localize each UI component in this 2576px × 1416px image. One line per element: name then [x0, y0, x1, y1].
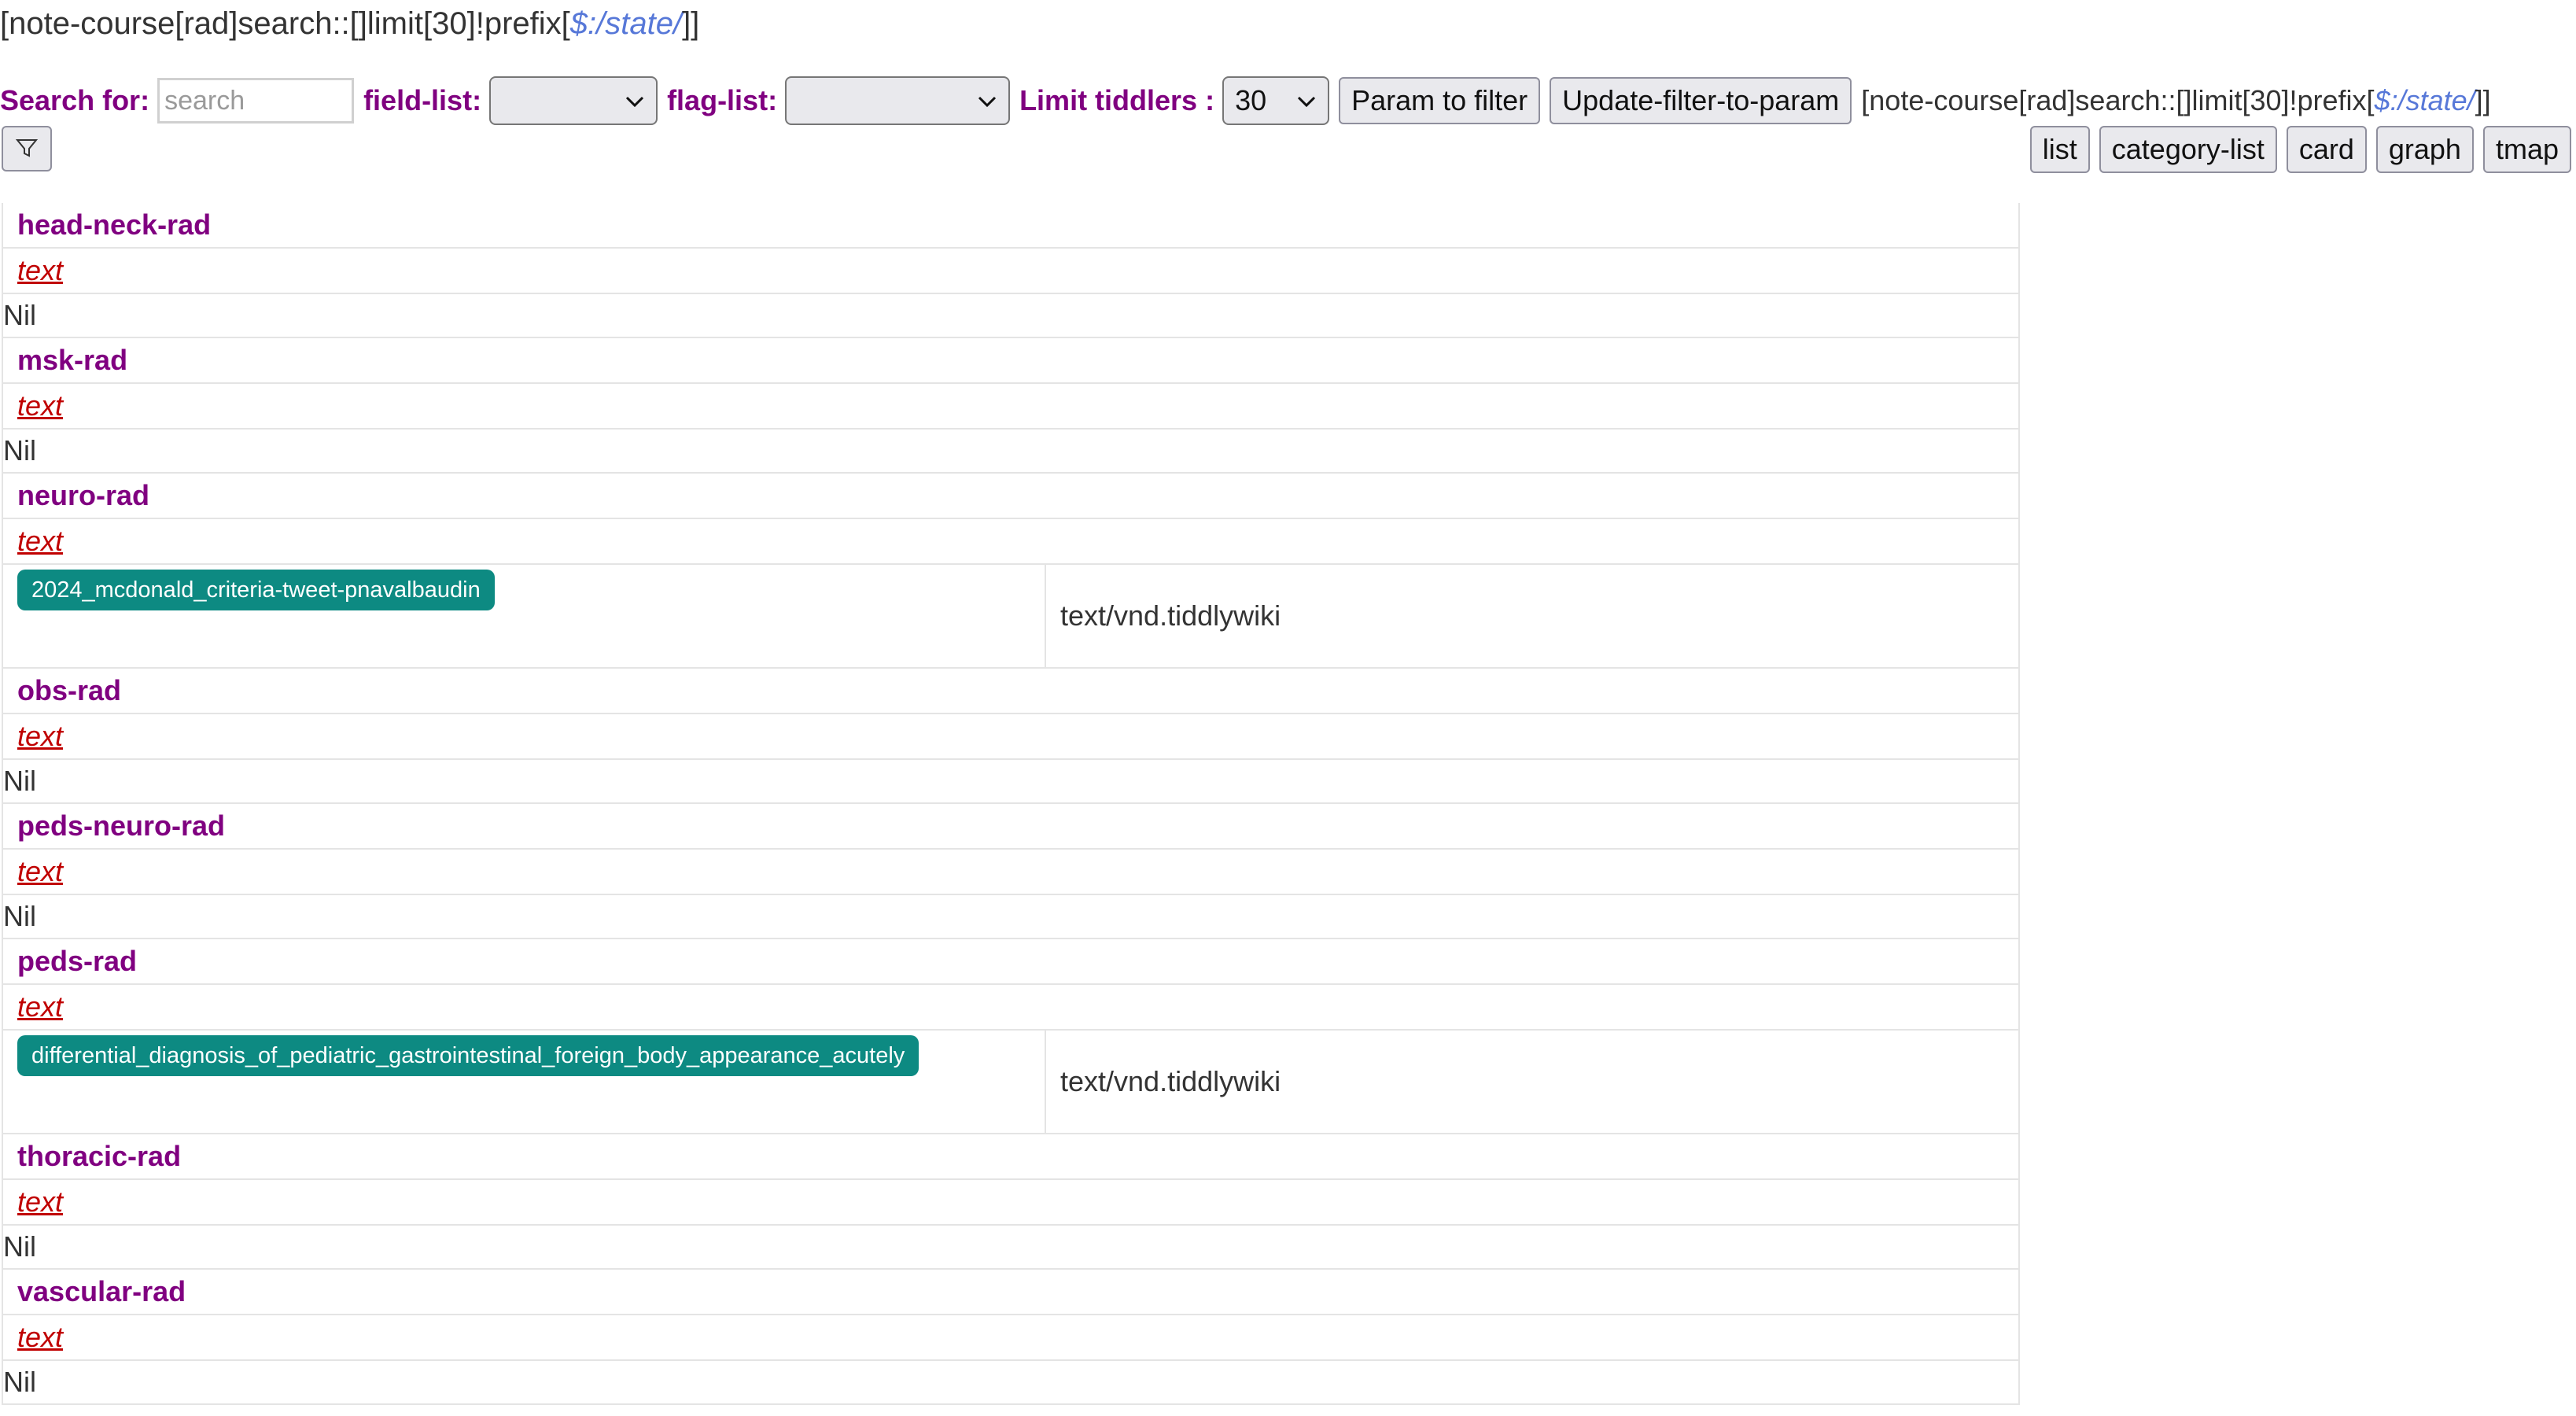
view-card-button[interactable]: card: [2286, 126, 2367, 173]
field-link[interactable]: text: [17, 720, 63, 753]
nil-text: Nil: [3, 760, 2018, 804]
category-heading[interactable]: head-neck-rad: [3, 203, 2018, 249]
view-category-list-button[interactable]: category-list: [2099, 126, 2277, 173]
filter-title-prefix: [note-course[rad]search::[]limit[30]!pre…: [0, 6, 570, 41]
field-link[interactable]: text: [17, 389, 63, 422]
chevron-down-icon: [977, 89, 997, 113]
field-list-label: field-list:: [363, 84, 482, 116]
entry-title-cell: differential_diagnosis_of_pediatric_gast…: [3, 1031, 1046, 1133]
current-filter-state-link[interactable]: $:/state/: [2375, 84, 2475, 116]
nil-text: Nil: [3, 430, 2018, 474]
field-link[interactable]: text: [17, 855, 63, 888]
param-to-filter-button[interactable]: Param to filter: [1339, 77, 1541, 124]
table-row: differential_diagnosis_of_pediatric_gast…: [3, 1031, 2018, 1134]
category-heading[interactable]: peds-neuro-rad: [3, 804, 2018, 850]
field-row: text: [3, 714, 2018, 760]
current-filter-prefix: [note-course[rad]search::[]limit[30]!pre…: [1861, 84, 2375, 116]
limit-label: Limit tiddlers :: [1019, 84, 1215, 116]
field-row: text: [3, 850, 2018, 895]
category-heading[interactable]: neuro-rad: [3, 474, 2018, 519]
filter-button[interactable]: [2, 126, 52, 171]
chevron-down-icon: [625, 89, 645, 113]
field-row: text: [3, 249, 2018, 294]
entry-type-cell: text/vnd.tiddlywiki: [1060, 599, 1281, 632]
category-heading[interactable]: obs-rad: [3, 669, 2018, 714]
field-row: text: [3, 1180, 2018, 1226]
field-link[interactable]: text: [17, 1186, 63, 1219]
category-results: head-neck-rad text Nil msk-rad text Nil …: [2, 203, 2020, 1405]
filter-title: [note-course[rad]search::[]limit[30]!pre…: [0, 2, 699, 46]
current-filter-text: [note-course[rad]search::[]limit[30]!pre…: [1861, 84, 2490, 117]
current-filter-suffix: ]]: [2475, 84, 2491, 116]
limit-select[interactable]: 30: [1222, 76, 1330, 125]
nil-text: Nil: [3, 1361, 2018, 1405]
view-list-button[interactable]: list: [2029, 126, 2090, 173]
filter-toolbar: Search for: field-list: flag-list: Limit…: [0, 76, 2491, 126]
tiddlywiki-filter-page: [note-course[rad]search::[]limit[30]!pre…: [0, 0, 2576, 1416]
category-heading[interactable]: peds-rad: [3, 939, 2018, 985]
table-row: 2024_mcdonald_criteria-tweet-pnavalbaudi…: [3, 565, 2018, 669]
field-link[interactable]: text: [17, 525, 63, 558]
search-input[interactable]: [157, 78, 355, 124]
nil-text: Nil: [3, 1226, 2018, 1270]
search-label: Search for:: [0, 84, 150, 116]
limit-value: 30: [1235, 84, 1267, 116]
view-graph-button[interactable]: graph: [2375, 126, 2474, 173]
filter-title-suffix: ]]: [682, 6, 700, 41]
view-tmap-button[interactable]: tmap: [2482, 126, 2571, 173]
flag-list-select[interactable]: [785, 76, 1011, 125]
flag-list-label: flag-list:: [667, 84, 778, 116]
entry-title-cell: 2024_mcdonald_criteria-tweet-pnavalbaudi…: [3, 565, 1046, 667]
view-switcher: list category-list card graph tmap: [2021, 126, 2571, 173]
tiddler-pill[interactable]: 2024_mcdonald_criteria-tweet-pnavalbaudi…: [17, 570, 495, 610]
category-heading[interactable]: msk-rad: [3, 338, 2018, 384]
field-link[interactable]: text: [17, 990, 63, 1023]
field-row: text: [3, 985, 2018, 1031]
category-heading[interactable]: thoracic-rad: [3, 1134, 2018, 1180]
field-link[interactable]: text: [17, 1321, 63, 1354]
state-link[interactable]: $:/state/: [570, 6, 682, 41]
tiddler-pill[interactable]: differential_diagnosis_of_pediatric_gast…: [17, 1035, 919, 1076]
funnel-icon: [15, 136, 39, 162]
field-row: text: [3, 1315, 2018, 1361]
field-link[interactable]: text: [17, 254, 63, 287]
field-row: text: [3, 384, 2018, 430]
update-filter-to-param-button[interactable]: Update-filter-to-param: [1550, 77, 1852, 124]
category-heading[interactable]: vascular-rad: [3, 1270, 2018, 1315]
field-row: text: [3, 519, 2018, 565]
chevron-down-icon: [1296, 89, 1317, 113]
field-list-select[interactable]: [489, 76, 658, 125]
nil-text: Nil: [3, 895, 2018, 939]
entry-type-cell: text/vnd.tiddlywiki: [1060, 1065, 1281, 1097]
nil-text: Nil: [3, 294, 2018, 338]
